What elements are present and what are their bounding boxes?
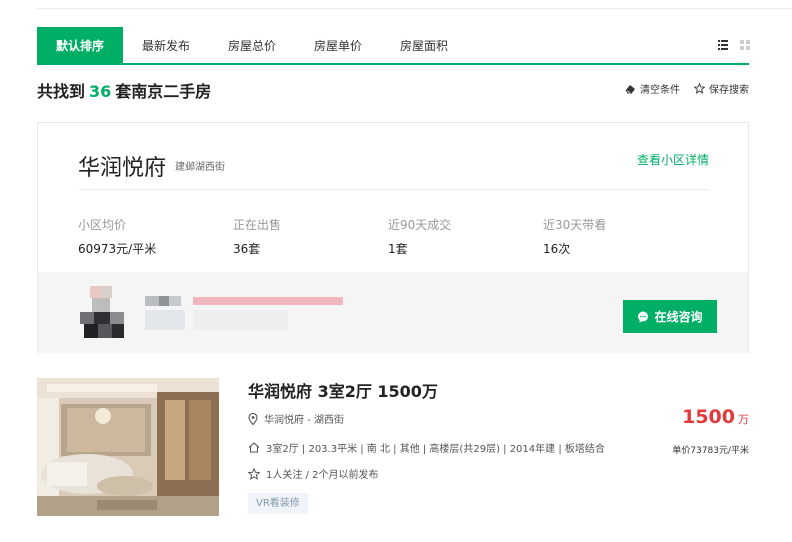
top-divider — [37, 8, 792, 9]
total-price: 1500 万 — [682, 406, 749, 428]
stat-label: 近90天成交 — [388, 218, 452, 232]
result-suffix: 套南京二手房 — [115, 82, 212, 101]
online-consult-button[interactable]: 在线咨询 — [623, 300, 717, 333]
tab-unit-price[interactable]: 房屋单价 — [314, 27, 362, 63]
listing-follow-text: 1人关注 / 2个月以前发布 — [266, 470, 379, 481]
star-icon — [248, 467, 260, 480]
unit-price: 单价73783元/平米 — [672, 446, 749, 456]
stat-visits-30d: 近30天带看 16次 — [543, 216, 606, 257]
vr-tag: VR看装修 — [248, 493, 308, 514]
save-search-label: 保存搜索 — [709, 85, 749, 96]
stat-on-sale: 正在出售 36套 — [233, 216, 281, 257]
tab-default-sort[interactable]: 默认排序 — [37, 27, 123, 63]
star-icon — [694, 83, 705, 94]
agent-info-obscured — [145, 296, 345, 332]
community-detail-link[interactable]: 查看小区详情 — [637, 151, 709, 168]
eraser-icon — [625, 84, 635, 93]
clear-filters-label: 清空条件 — [640, 85, 680, 96]
stat-avg-price: 小区均价 60973元/平米 — [78, 216, 156, 257]
listing-location-text[interactable]: 华润悦府 - 湖西街 — [264, 411, 344, 426]
clear-filters-button[interactable]: 清空条件 — [625, 81, 680, 96]
listing-title[interactable]: 华润悦府 3室2厅 1500万 — [248, 378, 438, 402]
listing-info: 3室2厅 | 203.3平米 | 南 北 | 其他 | 高楼层(共29层) | … — [248, 440, 605, 455]
agent-panel: 在线咨询 — [38, 272, 748, 353]
tab-latest[interactable]: 最新发布 — [142, 27, 190, 63]
result-count: 共找到 36 套南京二手房 — [37, 78, 211, 102]
community-area: 建邺湖西街 — [175, 162, 225, 173]
avatar[interactable] — [80, 286, 128, 338]
listing-location: 华润悦府 - 湖西街 — [248, 411, 344, 426]
house-icon — [248, 442, 260, 453]
location-pin-icon — [248, 412, 258, 425]
card-divider — [78, 189, 709, 190]
community-card: 华润悦府 建邺湖西街 查看小区详情 小区均价 60973元/平米 正在出售 36… — [37, 122, 749, 353]
save-search-button[interactable]: 保存搜索 — [694, 81, 749, 96]
online-consult-label: 在线咨询 — [654, 310, 703, 324]
stat-value: 60973元/平米 — [78, 242, 157, 256]
stat-label: 小区均价 — [78, 218, 127, 232]
search-toolbar: 清空条件 保存搜索 — [611, 81, 749, 96]
stat-deals-90d: 近90天成交 1套 — [388, 216, 451, 257]
listing-photo[interactable] — [37, 378, 219, 516]
stat-value: 36套 — [233, 242, 261, 256]
listing-follow: 1人关注 / 2个月以前发布 — [248, 466, 378, 481]
list-view-icon[interactable] — [718, 40, 728, 50]
chat-icon — [638, 311, 649, 322]
total-price-value: 1500 — [682, 406, 735, 428]
community-name[interactable]: 华润悦府 — [78, 150, 166, 182]
living-room-image — [37, 378, 219, 516]
stat-value: 16次 — [543, 242, 571, 256]
result-number: 36 — [89, 82, 112, 101]
stat-label: 正在出售 — [233, 218, 282, 232]
tab-total-price[interactable]: 房屋总价 — [228, 27, 276, 63]
total-price-unit: 万 — [738, 413, 749, 426]
tab-area[interactable]: 房屋面积 — [400, 27, 448, 63]
grid-view-icon[interactable] — [740, 40, 750, 50]
stat-value: 1套 — [388, 242, 408, 256]
result-prefix: 共找到 — [37, 82, 86, 101]
listing-info-text: 3室2厅 | 203.3平米 | 南 北 | 其他 | 高楼层(共29层) | … — [266, 444, 605, 455]
sort-tabs: 默认排序 最新发布 房屋总价 房屋单价 房屋面积 — [37, 27, 750, 65]
stat-label: 近30天带看 — [543, 218, 607, 232]
